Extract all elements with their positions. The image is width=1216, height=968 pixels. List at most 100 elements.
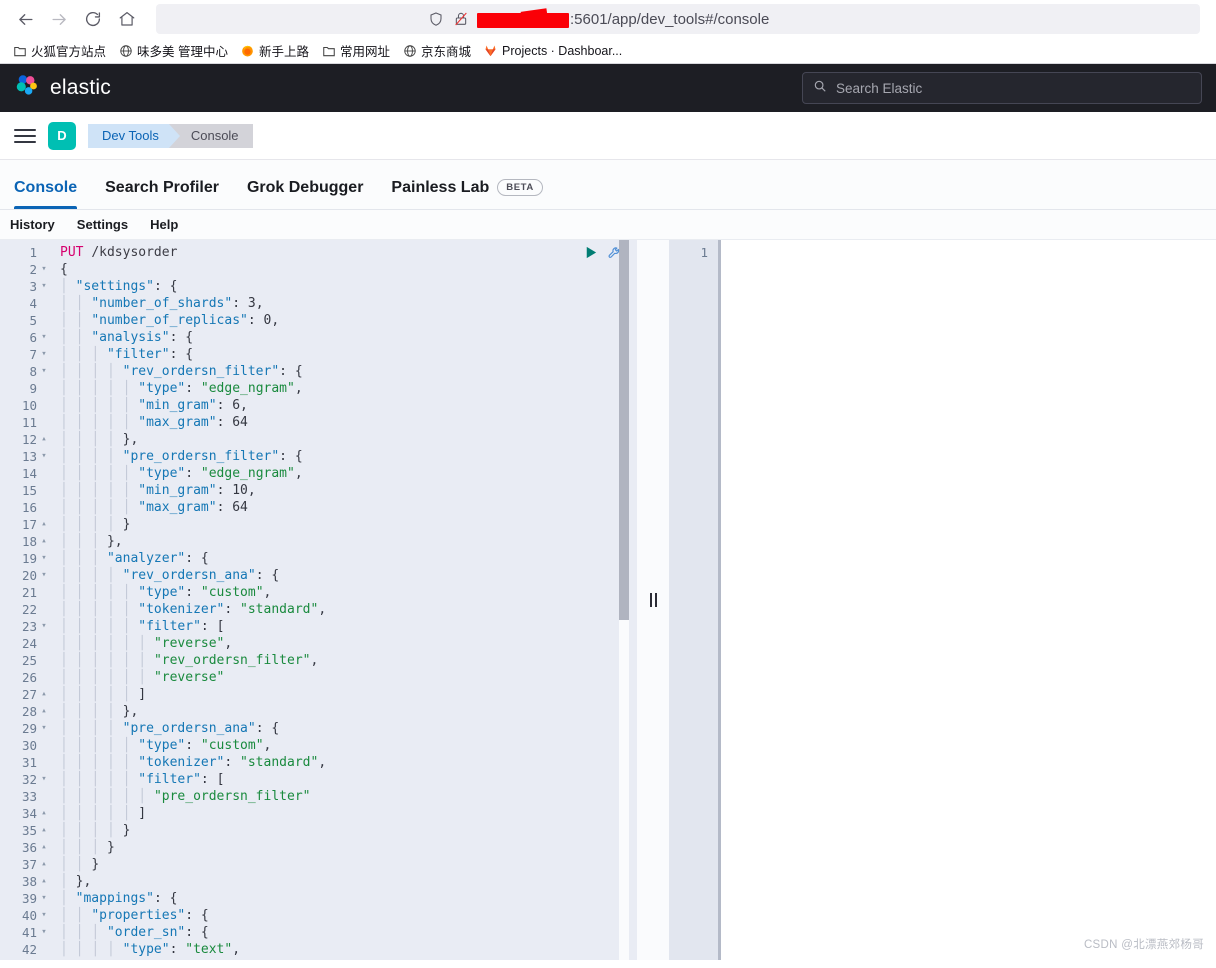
search-input[interactable]: Search Elastic: [802, 72, 1202, 104]
code-line[interactable]: │ │ "properties": {: [52, 907, 637, 924]
line-number: 2 ▾: [29, 262, 47, 277]
line-number: 18 ▴: [21, 534, 47, 549]
folder-icon: [12, 43, 27, 58]
back-arrow-icon[interactable]: [8, 2, 42, 36]
code-line[interactable]: │ },: [52, 873, 637, 890]
console-menu-bar: History Settings Help: [0, 210, 1216, 240]
reload-icon[interactable]: [76, 2, 110, 36]
code-line[interactable]: │ │ │ │ }: [52, 822, 637, 839]
line-number: 13 ▾: [21, 449, 47, 464]
bookmark-item[interactable]: 味多美 管理中心: [114, 39, 232, 62]
code-line[interactable]: │ │ │ │ │ "max_gram": 64: [52, 414, 637, 431]
bookmarks-bar: 火狐官方站点 味多美 管理中心 新手上路 常用网址 京东商城 Projects …: [0, 38, 1216, 64]
code-line[interactable]: │ │ │ │ │ │ "rev_ordersn_filter",: [52, 652, 637, 669]
code-line[interactable]: │ │ │ "filter": {: [52, 346, 637, 363]
code-line[interactable]: │ │ │ │ "pre_ordersn_ana": {: [52, 720, 637, 737]
hamburger-menu-icon[interactable]: [14, 128, 36, 143]
code-line[interactable]: │ │ │ │ │ "filter": [: [52, 771, 637, 788]
code-line[interactable]: │ │ │ │ │ "tokenizer": "standard",: [52, 754, 637, 771]
tab-console[interactable]: Console: [14, 179, 78, 209]
code-line[interactable]: │ │ │ │ │ "tokenizer": "standard",: [52, 601, 637, 618]
line-number: 9▾: [29, 381, 37, 396]
home-icon[interactable]: [110, 2, 144, 36]
globe-icon: [118, 43, 133, 58]
code-line[interactable]: PUT /kdsysorder: [52, 244, 637, 261]
forward-arrow-icon[interactable]: [42, 2, 76, 36]
menu-item-history[interactable]: History: [10, 217, 55, 232]
menu-item-help[interactable]: Help: [150, 217, 178, 232]
shield-icon[interactable]: [428, 11, 444, 27]
code-line[interactable]: │ │ │ │ │ "min_gram": 6,: [52, 397, 637, 414]
code-line[interactable]: │ "settings": {: [52, 278, 637, 295]
space-avatar[interactable]: D: [48, 121, 76, 150]
bookmark-item[interactable]: 京东商城: [398, 39, 475, 62]
url-bar[interactable]: :5601/app/dev_tools#/console: [156, 4, 1200, 34]
tab-painless-lab-label: Painless Lab: [391, 179, 490, 196]
code-line[interactable]: │ "mappings": {: [52, 890, 637, 907]
elastic-brand[interactable]: elastic: [14, 73, 111, 104]
code-line[interactable]: │ │ "number_of_replicas": 0,: [52, 312, 637, 329]
bookmark-item[interactable]: 火狐官方站点: [8, 39, 110, 62]
code-line[interactable]: │ │ │ │ }: [52, 516, 637, 533]
code-line[interactable]: │ │ │ │ "type": "text",: [52, 941, 637, 958]
code-line[interactable]: │ │ │ "order_sn": {: [52, 924, 637, 941]
code-line[interactable]: │ │ │ │ │ "min_gram": 10,: [52, 482, 637, 499]
code-line[interactable]: │ │ │ │ │ "type": "custom",: [52, 737, 637, 754]
bookmark-label: 京东商城: [421, 45, 472, 59]
tab-grok-debugger[interactable]: Grok Debugger: [247, 179, 363, 209]
line-number: 42▾: [21, 942, 37, 957]
code-line[interactable]: │ │ │ │ │ │ "reverse": [52, 669, 637, 686]
line-number: 28 ▴: [21, 704, 47, 719]
response-line-number: 1: [700, 245, 708, 260]
folder-icon: [321, 43, 336, 58]
tab-search-profiler-label: Search Profiler: [105, 179, 219, 196]
tab-console-label: Console: [14, 179, 78, 196]
code-line[interactable]: │ │ "number_of_shards": 3,: [52, 295, 637, 312]
line-number: 22▾: [21, 602, 37, 617]
breadcrumb-item-dev-tools[interactable]: Dev Tools: [88, 123, 180, 148]
code-line[interactable]: │ │ │ │ },: [52, 431, 637, 448]
response-body[interactable]: [721, 240, 1216, 960]
code-line[interactable]: │ │ │ │ │ "type": "edge_ngram",: [52, 465, 637, 482]
wrench-icon[interactable]: [607, 244, 623, 260]
code-line[interactable]: │ │ │ "analyzer": {: [52, 550, 637, 567]
bookmark-item[interactable]: 常用网址: [317, 39, 394, 62]
code-line[interactable]: │ │ "analysis": {: [52, 329, 637, 346]
code-line[interactable]: │ │ │ │ │ "filter": [: [52, 618, 637, 635]
line-number: 35 ▴: [21, 823, 47, 838]
line-number: 12 ▴: [21, 432, 47, 447]
tab-painless-lab[interactable]: Painless Lab BETA: [391, 178, 543, 209]
bookmark-label: Projects · Dashboar...: [502, 43, 623, 58]
request-editor-pane[interactable]: 1▾ 2▾ 3▾ 4▾ 5▾ 6▾ 7▾ 8▾ 9▾ 10▾ 11▾ 12▴ 13▾ 14▾ 15▾ 16▾ 1…: [0, 240, 637, 960]
search-icon: [813, 79, 827, 98]
code-line[interactable]: │ │ │ │ │ "type": "custom",: [52, 584, 637, 601]
line-number: 32 ▾: [21, 772, 47, 787]
global-search-wrap: Search Elastic: [802, 72, 1202, 104]
code-line[interactable]: │ │ │ │ │ ]: [52, 805, 637, 822]
code-line[interactable]: │ │ │ │ │ │ "pre_ordersn_filter": [52, 788, 637, 805]
tab-search-profiler[interactable]: Search Profiler: [105, 179, 219, 209]
bookmark-item[interactable]: Projects · Dashboar...: [479, 41, 626, 60]
lock-slashed-icon[interactable]: [453, 11, 469, 27]
breadcrumb-item-console[interactable]: Console: [168, 123, 253, 148]
menu-item-settings[interactable]: Settings: [77, 217, 128, 232]
bookmark-item[interactable]: 新手上路: [236, 39, 313, 62]
code-line[interactable]: │ │ │ │ "pre_ordersn_filter": {: [52, 448, 637, 465]
code-line[interactable]: │ │ │ }: [52, 839, 637, 856]
code-line[interactable]: │ │ │ │ │ │ "reverse",: [52, 635, 637, 652]
code-line[interactable]: │ │ │ │ "rev_ordersn_filter": {: [52, 363, 637, 380]
code-line[interactable]: │ │ │ │ │ ]: [52, 686, 637, 703]
request-scrollbar-thumb[interactable]: [619, 240, 629, 620]
pane-resize-handle[interactable]: [637, 240, 669, 960]
code-line[interactable]: │ │ │ │ │ "type": "edge_ngram",: [52, 380, 637, 397]
code-line[interactable]: │ │ │ │ },: [52, 703, 637, 720]
code-line[interactable]: │ │ │ │ │ "max_gram": 64: [52, 499, 637, 516]
code-line[interactable]: {: [52, 261, 637, 278]
request-scrollbar[interactable]: [619, 240, 629, 960]
play-triangle-icon[interactable]: [583, 245, 598, 260]
code-line[interactable]: │ │ }: [52, 856, 637, 873]
request-code-content[interactable]: PUT /kdsysorder{│ "settings": {│ │ "numb…: [52, 240, 637, 960]
code-line[interactable]: │ │ │ │ "rev_ordersn_ana": {: [52, 567, 637, 584]
bookmark-label: 火狐官方站点: [31, 45, 107, 59]
code-line[interactable]: │ │ │ },: [52, 533, 637, 550]
